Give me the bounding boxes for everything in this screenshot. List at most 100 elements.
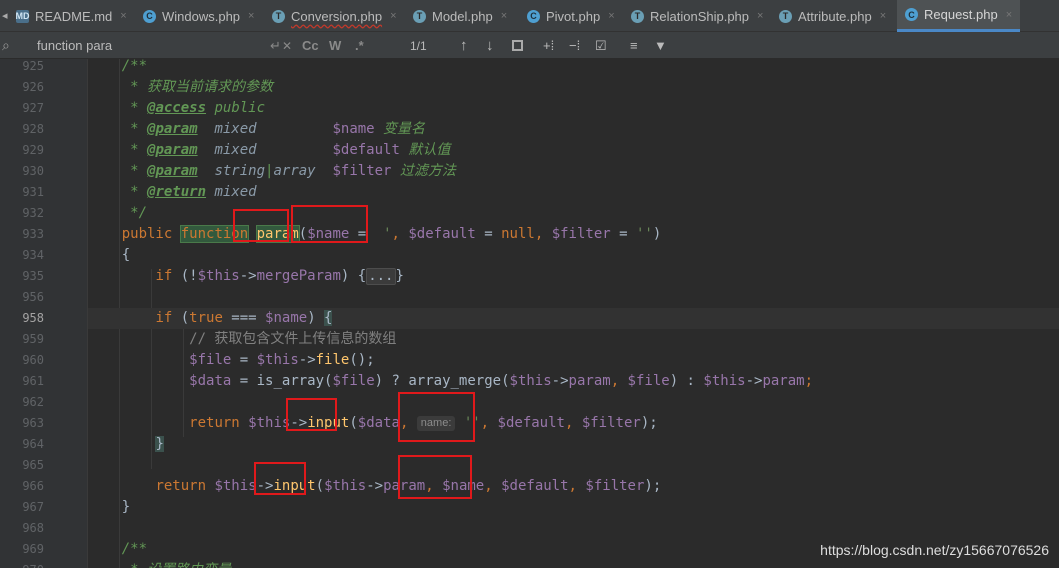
code-line[interactable]: return $this->input($this->param, $name,… — [88, 476, 1059, 497]
line-number-gutter[interactable]: 925 926 927 928 929 930 931 932 933 934 935 956 958 9… — [0, 59, 88, 568]
code-line[interactable]: { — [88, 245, 1059, 266]
previous-occurrence-icon[interactable]: ↑ — [460, 32, 468, 59]
open-in-window-icon[interactable] — [512, 32, 523, 59]
close-icon[interactable]: × — [120, 10, 126, 22]
tab-readme[interactable]: MD README.md × — [16, 0, 127, 32]
remove-selection-icon[interactable]: −⁞ — [569, 32, 580, 59]
code-token: * — [88, 100, 148, 116]
code-token: $name — [265, 310, 308, 326]
code-token: public — [206, 100, 266, 116]
code-line[interactable]: * @param mixed $name 变量名 — [88, 119, 1059, 140]
code-line[interactable]: * @param mixed $default 默认值 — [88, 140, 1059, 161]
line-number: 935 — [22, 269, 44, 283]
code-token: $this — [248, 415, 291, 431]
tab-conversion[interactable]: T Conversion.php × — [272, 0, 397, 32]
tab-pivot[interactable]: C Pivot.php × — [527, 0, 615, 32]
code-token: $file — [189, 352, 232, 368]
code-line[interactable]: * @access public — [88, 98, 1059, 119]
code-token: $data — [357, 415, 400, 431]
code-line[interactable]: if (true === $name) { — [88, 308, 1059, 329]
tab-windows[interactable]: C Windows.php × — [143, 0, 254, 32]
code-token: ) : — [669, 373, 704, 389]
code-line[interactable]: public function param($name = ', $defaul… — [88, 224, 1059, 245]
words-button[interactable]: W — [329, 32, 341, 59]
code-editor[interactable]: /** * 获取当前请求的参数 * @access public * @para… — [88, 59, 1059, 568]
code-line[interactable]: */ — [88, 203, 1059, 224]
next-occurrence-icon[interactable]: ↓ — [486, 32, 494, 59]
line-number: 966 — [22, 479, 44, 493]
code-line[interactable] — [88, 455, 1059, 476]
code-token: mixed — [197, 121, 257, 137]
code-line[interactable]: /** — [88, 59, 1059, 77]
code-line[interactable]: * 设置路由变量 — [88, 560, 1059, 568]
php-class-icon: C — [143, 9, 156, 23]
match-count: 1/1 — [410, 38, 427, 53]
match-case-button[interactable]: Cc — [302, 32, 319, 59]
code-token: -> — [256, 478, 274, 494]
code-token: ); — [640, 415, 658, 431]
tab-relationship[interactable]: T RelationShip.php × — [631, 0, 763, 32]
code-token: ( — [349, 415, 358, 431]
tab-model[interactable]: T Model.php × — [413, 0, 507, 32]
code-token: -> — [551, 373, 569, 389]
code-token: /** — [88, 541, 148, 557]
code-line[interactable]: * 获取当前请求的参数 — [88, 77, 1059, 98]
tab-attribute[interactable]: T Attribute.php × — [779, 0, 886, 32]
line-number: 968 — [22, 521, 44, 535]
line-number: 929 — [22, 143, 44, 157]
close-icon[interactable]: × — [390, 10, 396, 22]
code-line[interactable]: } — [88, 497, 1059, 518]
tab-scroll-left-icon[interactable]: ◂ — [2, 9, 8, 22]
close-icon[interactable]: × — [757, 10, 763, 22]
close-icon[interactable]: × — [501, 10, 507, 22]
close-icon[interactable]: × — [1006, 9, 1012, 21]
code-token: $default — [501, 478, 569, 494]
close-icon[interactable]: × — [880, 10, 886, 22]
code-line[interactable]: if (!$this->mergeParam) {...} — [88, 266, 1059, 287]
code-token: $name — [332, 121, 375, 137]
code-token: function — [179, 225, 250, 243]
search-icon[interactable]: ⌕ — [2, 32, 10, 59]
code-line[interactable]: $data = is_array($file) ? array_merge($t… — [88, 371, 1059, 392]
clear-search-icon[interactable]: ✕ — [282, 32, 292, 59]
close-icon[interactable]: × — [248, 10, 254, 22]
new-line-icon[interactable]: ↵ — [270, 32, 281, 59]
code-token: = — [475, 226, 502, 242]
line-number: 959 — [22, 332, 44, 346]
line-number: 956 — [22, 290, 44, 304]
select-all-occurrences-icon[interactable]: ☑ — [595, 32, 607, 59]
close-icon[interactable]: × — [608, 10, 614, 22]
filter-settings-icon[interactable]: ≡ — [630, 32, 638, 59]
code-line[interactable]: $file = $this->file(); — [88, 350, 1059, 371]
add-selection-icon[interactable]: +⁞ — [543, 32, 554, 59]
code-token: $this — [256, 352, 299, 368]
filter-icon[interactable]: ▼ — [654, 32, 667, 59]
code-line[interactable]: // 获取包含文件上传信息的数组 — [88, 329, 1059, 350]
code-token: , — [534, 226, 552, 242]
code-token: @return — [147, 184, 207, 200]
code-token: } — [395, 268, 404, 284]
code-token: , — [564, 415, 582, 431]
code-token: * — [88, 121, 148, 137]
search-input[interactable]: function para — [37, 32, 262, 59]
line-number: 969 — [22, 542, 44, 556]
code-line[interactable]: return $this->input($data, name: '', $de… — [88, 413, 1059, 434]
regex-button[interactable]: .* — [355, 32, 364, 59]
code-line[interactable]: * @param string|array $filter 过滤方法 — [88, 161, 1059, 182]
code-token: $filter — [332, 163, 392, 179]
code-line[interactable]: } — [88, 434, 1059, 455]
code-token: $this — [324, 478, 367, 494]
tab-request[interactable]: C Request.php × — [897, 0, 1021, 32]
code-line[interactable] — [88, 287, 1059, 308]
code-token: , — [399, 415, 417, 431]
code-token: mixed — [206, 184, 257, 200]
code-line[interactable] — [88, 518, 1059, 539]
code-line[interactable] — [88, 392, 1059, 413]
code-token: $default — [332, 142, 400, 158]
code-line[interactable]: * @return mixed — [88, 182, 1059, 203]
